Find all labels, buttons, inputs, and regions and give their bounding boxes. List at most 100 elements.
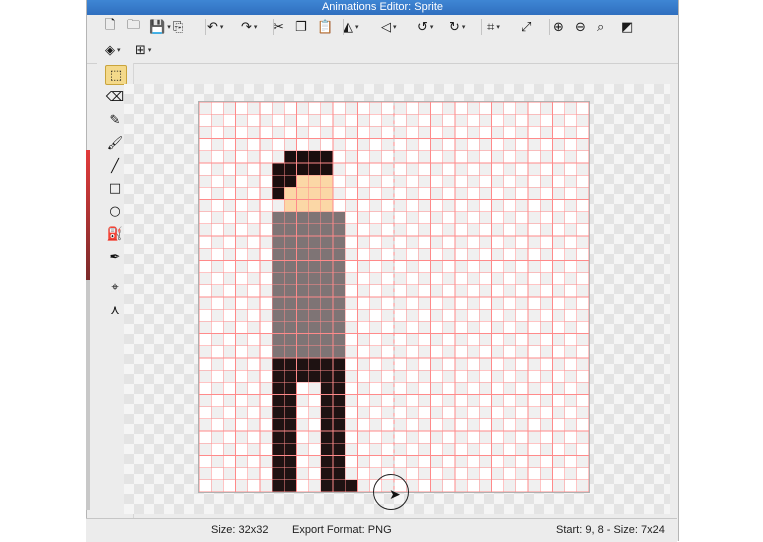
pencil-tool-icon[interactable]: ✎ xyxy=(105,111,125,129)
anchor-points-tool-icon[interactable]: ⋏ xyxy=(105,301,125,319)
checker-cell xyxy=(345,345,358,358)
eraser-tool-icon[interactable]: ⌫ xyxy=(105,88,125,106)
fill-bucket-tool-icon[interactable]: ⛽ xyxy=(105,225,125,243)
checker-cell xyxy=(259,382,273,395)
checker-cell xyxy=(357,479,370,492)
sprite-pixel-grid[interactable] xyxy=(199,102,589,492)
checker-cell xyxy=(418,418,431,432)
checker-cell xyxy=(235,382,248,395)
checker-cell xyxy=(540,370,553,383)
window-title: Animations Editor: Sprite xyxy=(87,0,678,15)
checker-cell xyxy=(576,309,589,322)
copy-icon[interactable]: ❐ xyxy=(295,17,307,37)
checker-cell xyxy=(418,272,431,285)
checker-cell xyxy=(199,321,212,334)
checker-cell xyxy=(515,345,529,358)
checker-cell xyxy=(394,345,407,358)
checker-cell xyxy=(345,272,358,285)
checker-cell xyxy=(357,260,370,273)
checker-cell xyxy=(345,443,358,456)
checker-cell xyxy=(259,211,273,224)
ellipse-tool-icon[interactable]: ○ xyxy=(105,202,125,220)
checker-cell xyxy=(552,211,565,224)
checker-cell xyxy=(247,418,260,432)
redo-icon[interactable]: ↷ ▾ xyxy=(241,17,257,37)
zoom-reset-icon[interactable]: ⌕ xyxy=(597,17,604,37)
checker-cell xyxy=(247,321,260,334)
checker-cell xyxy=(345,370,358,383)
checker-cell xyxy=(515,443,529,456)
checker-cell xyxy=(515,467,529,480)
checker-cell xyxy=(211,431,224,444)
checker-cell xyxy=(199,370,212,383)
checker-cell xyxy=(503,382,516,395)
cut-icon[interactable]: ✂ xyxy=(273,17,284,37)
toggle-background-icon[interactable]: ◩ xyxy=(621,17,633,37)
checker-cell xyxy=(540,150,553,163)
checker-cell xyxy=(406,236,419,249)
checker-cell xyxy=(259,236,273,249)
checker-cell xyxy=(540,248,553,261)
checker-cell xyxy=(528,333,541,346)
checker-cell xyxy=(564,248,577,261)
checker-cell xyxy=(223,199,236,212)
save-icon[interactable]: 💾 ▾ xyxy=(149,17,171,37)
flip-horizontal-icon[interactable]: ◭ ▾ xyxy=(343,17,359,37)
checker-cell xyxy=(430,406,443,419)
export-icon[interactable]: ⎘ xyxy=(173,17,183,37)
checker-cell xyxy=(454,162,468,176)
rotate-right-icon[interactable]: ↻ ▾ xyxy=(449,17,465,37)
paste-icon[interactable]: 📋 xyxy=(317,17,333,37)
eyedropper-tool-icon[interactable]: ✒ xyxy=(105,248,125,266)
checker-cell xyxy=(479,382,492,395)
checker-cell xyxy=(430,479,443,492)
checker-cell xyxy=(528,162,541,176)
checker-cell xyxy=(479,431,492,444)
checker-cell xyxy=(576,431,589,444)
line-tool-icon[interactable]: ╱ xyxy=(105,157,125,175)
checker-cell xyxy=(199,102,212,115)
checker-cell xyxy=(430,138,443,151)
undo-icon[interactable]: ↶ ▾ xyxy=(207,17,223,37)
checker-cell xyxy=(235,138,248,151)
checker-cell xyxy=(308,479,321,492)
checker-cell xyxy=(552,382,565,395)
checker-cell xyxy=(211,382,224,395)
checker-cell xyxy=(454,479,468,492)
pivot-point-tool-icon[interactable]: ⌖ xyxy=(105,278,125,296)
sprite-hair-pixel xyxy=(296,162,309,176)
checker-cell xyxy=(381,162,394,176)
sprite-hair-pixel xyxy=(320,150,334,163)
checker-cell xyxy=(503,114,516,127)
rectangle-tool-icon[interactable]: □ xyxy=(105,179,125,197)
checker-cell xyxy=(564,467,577,480)
checker-cell xyxy=(491,467,504,480)
checker-cell xyxy=(442,467,455,480)
zoom-out-icon[interactable]: ⊖ xyxy=(575,17,586,37)
checker-cell xyxy=(540,102,553,115)
layers-icon[interactable]: ◈ ▾ xyxy=(105,40,121,60)
crop-icon[interactable]: ⌗ ▾ xyxy=(487,17,500,37)
checker-cell xyxy=(540,297,553,310)
open-folder-icon[interactable]: 🗀 xyxy=(127,17,140,37)
checker-cell xyxy=(345,223,358,237)
checker-cell xyxy=(381,406,394,419)
select-rect-tool-icon[interactable]: ⬚ xyxy=(105,65,127,85)
new-file-icon[interactable]: 🗋 xyxy=(105,17,115,37)
sprite-canvas[interactable] xyxy=(198,101,590,493)
brush-tool-icon[interactable]: 🖌 xyxy=(105,134,125,152)
resize-icon[interactable]: ⤢ xyxy=(521,17,531,37)
checker-cell xyxy=(418,223,431,237)
checker-cell xyxy=(442,297,455,310)
checker-cell xyxy=(272,150,285,163)
zoom-in-icon[interactable]: ⊕ xyxy=(553,17,564,37)
flip-vertical-icon[interactable]: ◁ ▾ xyxy=(381,17,397,37)
checker-cell xyxy=(345,126,358,139)
toolbar-separator xyxy=(205,19,206,35)
grid-icon[interactable]: ⊞ ▾ xyxy=(135,40,151,60)
checker-cell xyxy=(223,126,236,139)
checker-cell xyxy=(503,309,516,322)
checker-cell xyxy=(442,321,455,334)
checker-cell xyxy=(479,406,492,419)
rotate-left-icon[interactable]: ↺ ▾ xyxy=(417,17,433,37)
